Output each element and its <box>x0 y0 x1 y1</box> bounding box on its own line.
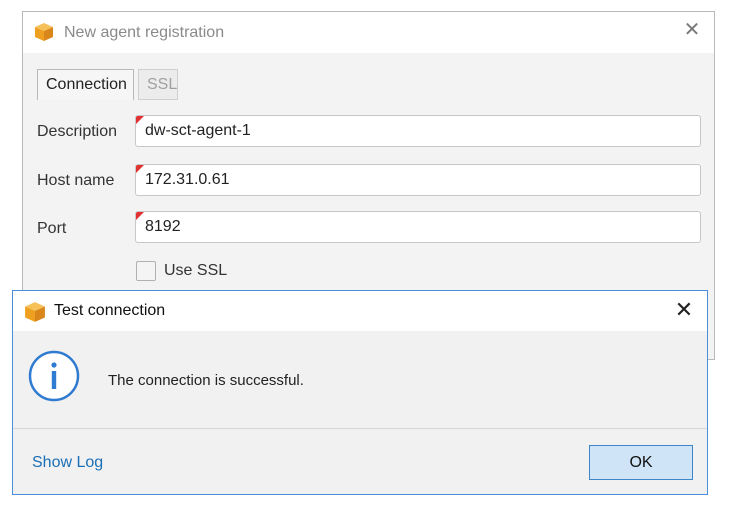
description-label: Description <box>37 123 118 140</box>
tab-connection[interactable]: Connection <box>37 69 134 100</box>
tab-ssl[interactable]: SSL <box>138 69 178 100</box>
info-icon <box>28 350 80 402</box>
close-icon[interactable]: ✕ <box>682 20 702 40</box>
use-ssl-label: Use SSL <box>164 262 228 279</box>
port-label: Port <box>37 220 67 237</box>
ok-button[interactable]: OK <box>589 445 693 480</box>
test-connection-titlebar: Test connection ✕ <box>13 291 707 331</box>
host-name-field[interactable]: 172.31.0.61 <box>135 164 701 196</box>
box-icon <box>25 302 45 322</box>
divider <box>13 428 707 429</box>
registration-dialog-title: New agent registration <box>64 24 225 41</box>
required-marker <box>136 165 144 173</box>
test-connection-title: Test connection <box>54 302 166 319</box>
port-field[interactable]: 8192 <box>135 211 701 243</box>
status-message: The connection is successful. <box>108 372 304 389</box>
host-name-value: 172.31.0.61 <box>145 171 230 188</box>
box-icon <box>35 23 53 41</box>
test-connection-dialog: Test connection ✕ The connection is succ… <box>12 290 708 495</box>
host-name-label: Host name <box>37 172 115 189</box>
registration-titlebar: New agent registration ✕ <box>23 12 714 53</box>
description-value: dw-sct-agent-1 <box>145 122 251 139</box>
show-log-link[interactable]: Show Log <box>32 454 103 472</box>
close-icon[interactable]: ✕ <box>673 299 695 321</box>
description-field[interactable]: dw-sct-agent-1 <box>135 115 701 147</box>
use-ssl-checkbox[interactable] <box>136 261 156 281</box>
port-value: 8192 <box>145 218 181 235</box>
required-marker <box>136 116 144 124</box>
required-marker <box>136 212 144 220</box>
